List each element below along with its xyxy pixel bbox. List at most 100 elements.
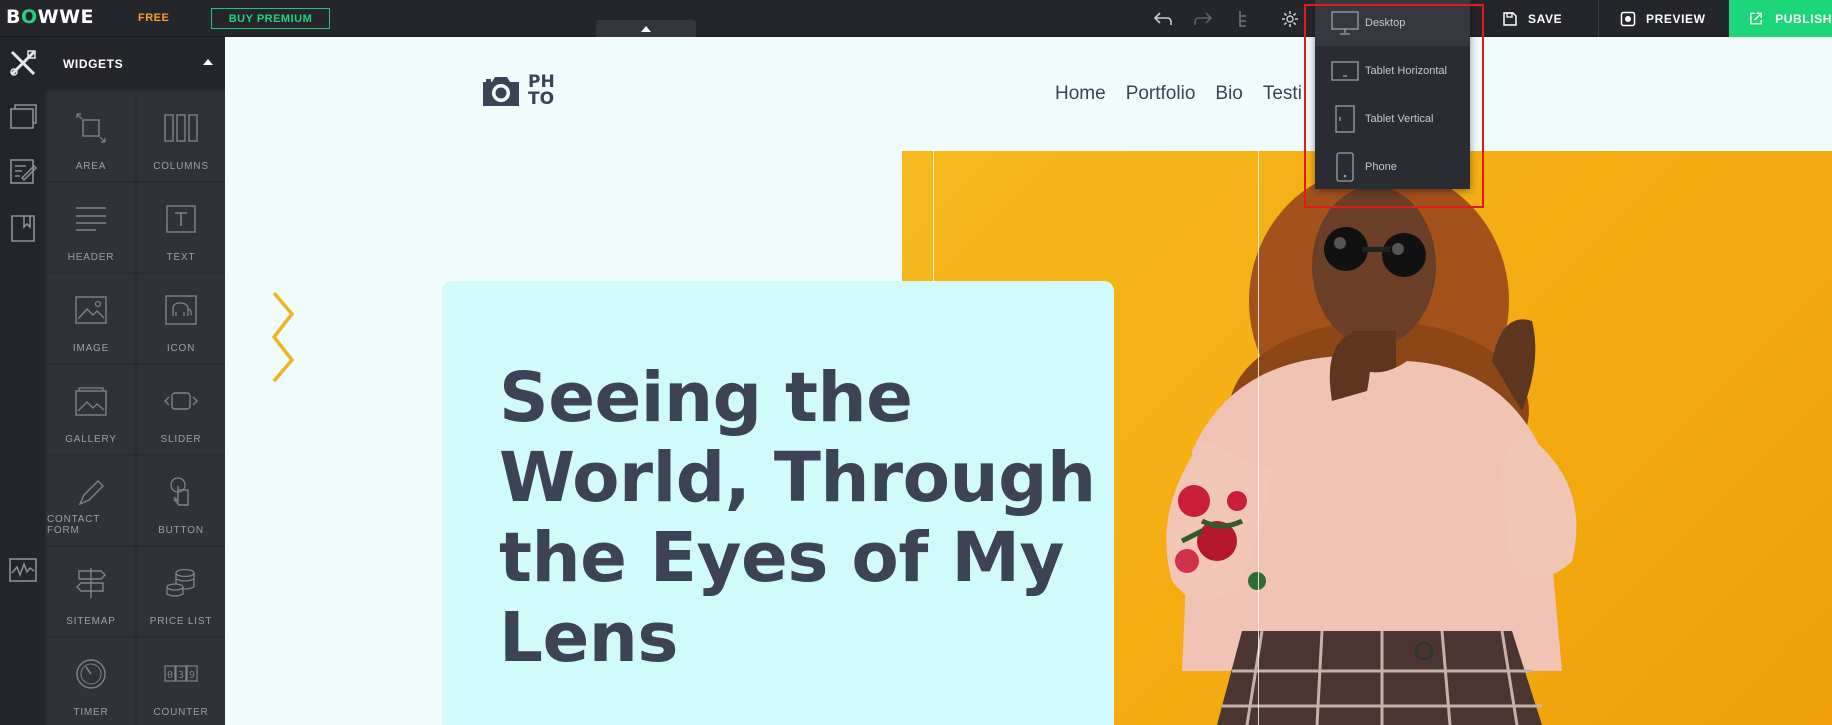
editor-canvas[interactable]: PH TO Home Portfolio Bio Testi Seeing th… xyxy=(225,37,1832,725)
price-list-icon xyxy=(161,565,201,601)
svg-text:9: 9 xyxy=(189,670,195,681)
tablet-vertical-icon xyxy=(1335,105,1355,133)
device-option-label: Tablet Vertical xyxy=(1365,113,1434,125)
headline-line: World, Through xyxy=(499,438,1096,518)
widget-icon[interactable]: ICON xyxy=(137,274,225,363)
publish-button[interactable]: PUBLISH xyxy=(1729,0,1832,37)
widget-label: BUTTON xyxy=(158,525,204,536)
phone-icon xyxy=(1336,152,1354,182)
structure-tree-icon[interactable] xyxy=(1234,8,1256,30)
widgets-panel: WIDGETS AREA COLUMNS HEADER TEXT IMAGE I… xyxy=(45,37,225,725)
widget-slider[interactable]: SLIDER xyxy=(137,365,225,454)
site-logo[interactable]: PH TO xyxy=(480,73,555,109)
contact-form-icon xyxy=(71,474,111,510)
save-icon xyxy=(1503,11,1517,26)
area-icon xyxy=(71,110,111,146)
device-option-label: Desktop xyxy=(1365,17,1406,29)
collapse-toolbar-tab[interactable] xyxy=(596,20,696,37)
camera-icon xyxy=(483,77,519,106)
timer-icon xyxy=(71,656,111,692)
widget-columns[interactable]: COLUMNS xyxy=(137,92,225,181)
widget-label: HEADER xyxy=(67,252,115,263)
widget-label: TEXT xyxy=(166,252,196,263)
widget-label: SITEMAP xyxy=(66,616,116,627)
svg-text:3: 3 xyxy=(178,670,184,681)
widget-label: AREA xyxy=(75,161,107,172)
publish-label: PUBLISH xyxy=(1775,11,1832,26)
widget-gallery[interactable]: GALLERY xyxy=(47,365,135,454)
nav-testimonials[interactable]: Testi xyxy=(1263,83,1302,105)
pages-icon xyxy=(10,215,35,242)
bowwe-logo[interactable]: BOWWE xyxy=(6,6,94,28)
save-button[interactable]: SAVE xyxy=(1502,0,1562,37)
nav-home[interactable]: Home xyxy=(1055,83,1106,105)
nav-bio[interactable]: Bio xyxy=(1215,83,1242,105)
rail-widgets[interactable] xyxy=(0,39,45,87)
widget-text[interactable]: TEXT xyxy=(137,183,225,272)
widget-area[interactable]: AREA xyxy=(47,92,135,181)
widgets-panel-header[interactable]: WIDGETS xyxy=(45,37,225,90)
hero-headline[interactable]: Seeing the World, Through the Eyes of My… xyxy=(499,358,1099,678)
widget-label: SLIDER xyxy=(160,434,202,445)
device-view-dropdown: Desktop Tablet Horizontal Tablet Vertica… xyxy=(1315,0,1470,189)
left-icon-rail xyxy=(0,37,45,725)
device-option-desktop[interactable]: Desktop xyxy=(1315,0,1470,46)
widget-counter[interactable]: 039 COUNTER xyxy=(137,638,225,725)
widget-label: GALLERY xyxy=(65,434,117,445)
header-icon xyxy=(71,201,111,237)
rail-edit[interactable] xyxy=(0,147,45,195)
widget-sitemap[interactable]: SITEMAP xyxy=(47,547,135,636)
settings-gear-icon[interactable] xyxy=(1279,8,1301,30)
preview-button[interactable]: PREVIEW xyxy=(1620,0,1706,37)
rail-layers[interactable] xyxy=(0,92,45,140)
layers-icon xyxy=(9,104,37,129)
caret-up-icon xyxy=(641,25,651,32)
elephant-icon xyxy=(161,292,201,328)
widget-label: COLUMNS xyxy=(153,161,209,172)
widgets-panel-title: WIDGETS xyxy=(63,56,124,71)
widget-label: CONTACT FORM xyxy=(47,514,101,536)
slider-icon xyxy=(161,383,201,419)
nav-portfolio[interactable]: Portfolio xyxy=(1126,83,1196,105)
site-logo-text: PH TO xyxy=(528,74,555,108)
gallery-icon xyxy=(71,383,111,419)
preview-icon xyxy=(1620,11,1636,26)
widget-button[interactable]: BUTTON xyxy=(137,456,225,545)
buy-premium-button[interactable]: BUY PREMIUM xyxy=(211,8,330,29)
device-option-label: Tablet Horizontal xyxy=(1365,65,1447,77)
logo-text-line: TO xyxy=(528,89,555,109)
widget-label: IMAGE xyxy=(72,343,110,354)
site-nav: Home Portfolio Bio Testi xyxy=(1055,83,1302,105)
widget-price-list[interactable]: PRICE LIST xyxy=(137,547,225,636)
device-option-label: Phone xyxy=(1365,161,1397,173)
text-icon xyxy=(161,201,201,237)
widget-timer[interactable]: TIMER xyxy=(47,638,135,725)
edit-page-icon xyxy=(9,159,37,184)
button-icon xyxy=(161,474,201,510)
logo-part: B xyxy=(6,6,21,28)
device-option-phone[interactable]: Phone xyxy=(1315,144,1470,190)
sitemap-icon xyxy=(71,565,111,601)
rail-pages[interactable] xyxy=(0,204,45,252)
desktop-icon xyxy=(1331,11,1359,35)
counter-icon: 039 xyxy=(161,656,201,692)
collapse-caret-icon[interactable] xyxy=(203,59,213,65)
image-icon xyxy=(71,292,111,328)
undo-icon[interactable] xyxy=(1152,8,1174,30)
widget-image[interactable]: IMAGE xyxy=(47,274,135,363)
tablet-horizontal-icon xyxy=(1331,61,1359,81)
layout-guide-line xyxy=(1258,151,1259,725)
statistics-icon xyxy=(8,558,37,582)
widget-label: TIMER xyxy=(73,707,109,718)
widget-header[interactable]: HEADER xyxy=(47,183,135,272)
device-option-tablet-vertical[interactable]: Tablet Vertical xyxy=(1315,96,1470,142)
external-link-icon xyxy=(1750,12,1762,25)
redo-icon[interactable] xyxy=(1192,8,1214,30)
widget-label: COUNTER xyxy=(153,707,209,718)
device-option-tablet-horizontal[interactable]: Tablet Horizontal xyxy=(1315,48,1470,94)
save-label: SAVE xyxy=(1528,11,1563,26)
headline-line: the Eyes of My xyxy=(499,518,1065,598)
rail-statistics[interactable] xyxy=(0,546,45,594)
widget-contact-form[interactable]: CONTACT FORM xyxy=(47,456,135,545)
logo-part: O xyxy=(20,6,38,28)
